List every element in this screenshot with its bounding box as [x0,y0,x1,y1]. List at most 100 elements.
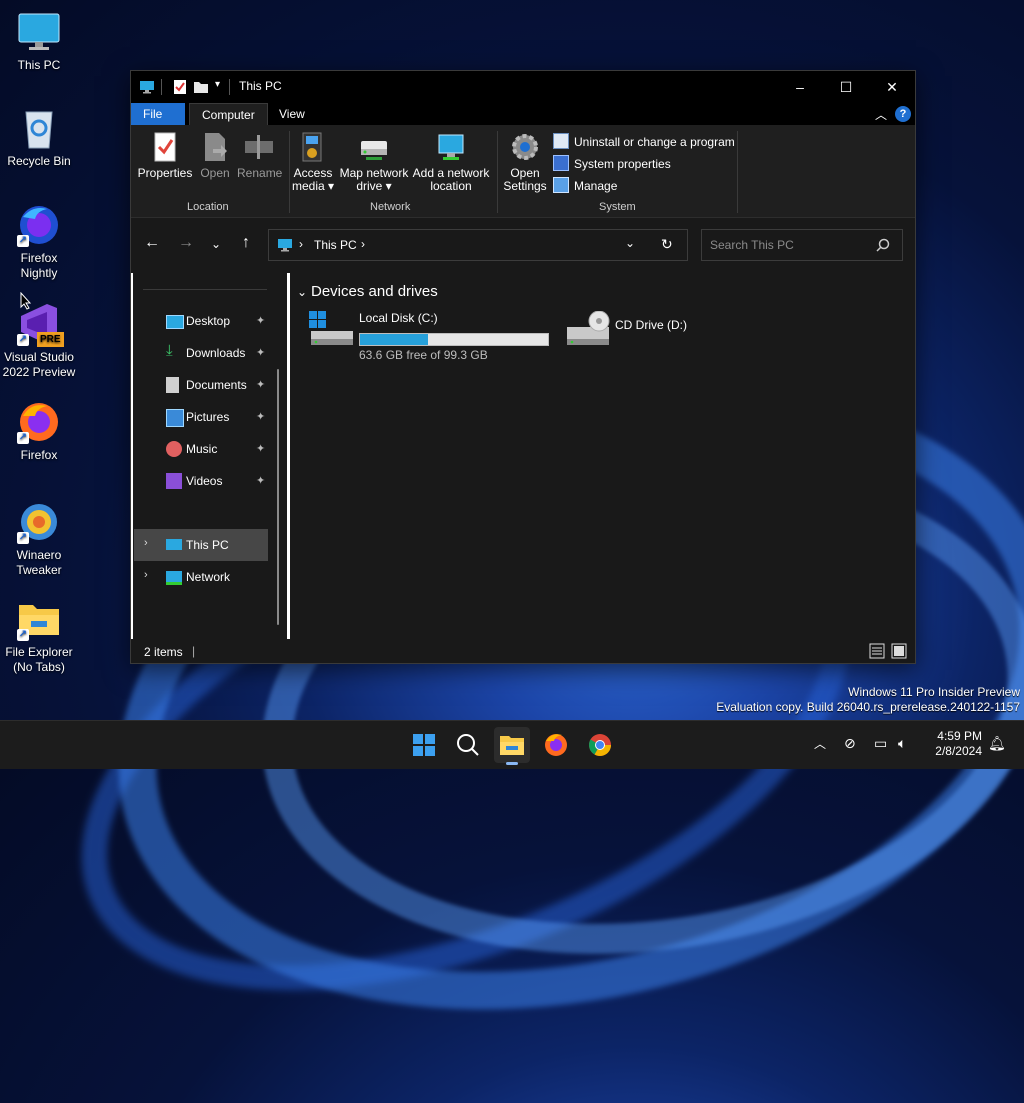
desktop-icon-firefox-nightly[interactable]: ↗ Firefox Nightly [0,203,78,281]
this-pc-icon [140,81,154,94]
map-network-drive-icon [361,141,387,160]
volume-icon[interactable]: 🔈︎ [898,735,906,752]
uninstall-icon [553,133,569,149]
tab-file[interactable]: File [131,103,185,125]
add-network-location-button[interactable]: Add a network location [412,131,490,193]
expand-chevron-icon[interactable]: › [144,537,148,549]
pin-icon[interactable]: ✦ [256,346,265,359]
uninstall-program-button[interactable]: Uninstall or change a program [553,133,735,149]
network-group-label: Network [370,201,411,213]
recent-locations-button[interactable]: ⌄ [205,237,227,251]
sidebar-item-desktop[interactable]: Desktop ✦ [134,305,268,337]
desktop-icon-this-pc[interactable]: This PC [0,10,78,73]
desktop-icon-winaero-tweaker[interactable]: ↗ Winaero Tweaker [0,500,78,578]
pane-splitter[interactable] [287,273,290,639]
back-button[interactable]: ← [141,234,163,252]
windows-start-icon [413,734,435,756]
breadcrumb-separator-icon[interactable]: › [299,237,303,251]
drive-name: Local Disk (C:) [359,311,438,325]
clock-time: 4:59 PM [937,729,982,743]
collapse-group-chevron-icon[interactable]: ⌄ [297,285,307,299]
show-hidden-icons-button[interactable]: ︿ [814,735,826,752]
breadcrumb-this-pc[interactable]: This PC [314,238,357,252]
firefox-taskbar-button[interactable] [538,727,574,763]
up-button[interactable]: ↑ [235,234,257,252]
map-network-drive-button[interactable]: Map network drive ▾ [337,131,411,193]
sidebar-item-pictures[interactable]: Pictures ✦ [134,401,268,433]
properties-icon [154,132,176,162]
customize-quick-access-icon[interactable]: ▾ [215,79,220,90]
forward-button[interactable]: → [175,234,197,252]
sidebar-item-documents[interactable]: Documents ✦ [134,369,268,401]
shortcut-arrow-icon: ↗ [17,629,29,641]
desktop-icon-firefox[interactable]: ↗ Firefox [0,400,78,463]
shortcut-arrow-icon: ↗ [17,532,29,544]
start-button[interactable] [406,727,442,763]
new-folder-quick-icon[interactable] [193,79,209,95]
add-network-location-icon [438,134,464,160]
breadcrumb-separator-icon[interactable]: › [361,237,365,251]
pin-icon[interactable]: ✦ [256,314,265,327]
properties-button[interactable]: Properties [137,131,193,180]
sidebar-item-music[interactable]: Music ✦ [134,433,268,465]
collapse-ribbon-icon[interactable]: ︿ [875,106,887,123]
tab-view[interactable]: View [267,103,317,125]
refresh-icon[interactable]: ↻ [661,236,673,253]
pin-icon[interactable]: ✦ [256,410,265,423]
search-box[interactable] [701,229,903,261]
desktop-icon-label: This PC [17,58,61,72]
sidebar-item-videos[interactable]: Videos ✦ [134,465,268,497]
title-bar[interactable]: ▾ This PC – ☐ ✕ [131,71,915,103]
manage-button[interactable]: Manage [553,177,617,193]
close-button[interactable]: ✕ [869,71,915,103]
pin-icon[interactable]: ✦ [256,442,265,455]
tab-computer[interactable]: Computer [189,103,268,126]
desktop-icon-file-explorer[interactable]: ↗ File Explorer (No Tabs) [0,597,78,675]
desktop-icon-visual-studio[interactable]: PRE ↗ Visual Studio 2022 Preview [0,302,78,380]
drive-local-disk-c[interactable]: Local Disk (C:) 63.6 GB free of 99.3 GB [309,311,559,362]
help-icon[interactable]: ? [895,106,911,122]
desktop-icon-recycle-bin[interactable]: Recycle Bin [0,106,78,169]
pictures-icon [166,409,184,427]
search-input[interactable] [702,230,872,260]
search-taskbar-button[interactable] [450,727,486,763]
pin-icon[interactable]: ✦ [256,378,265,391]
expand-chevron-icon[interactable]: › [144,569,148,581]
details-view-icon[interactable] [869,643,885,659]
network-tray-icon[interactable]: ▭ [874,735,887,752]
open-button[interactable]: Open [197,131,233,180]
sidebar-item-this-pc[interactable]: › This PC [134,529,268,561]
address-bar[interactable]: › This PC › ⌄ ↻ [268,229,688,261]
rename-button[interactable]: Rename [237,131,282,180]
firefox-icon [545,734,567,756]
system-properties-button[interactable]: System properties [553,155,671,171]
local-disk-icon [309,311,353,345]
download-icon: ⤓ [166,342,173,359]
drive-cd-drive-d[interactable]: CD Drive (D:) [565,311,725,351]
sidebar-item-network[interactable]: › Network [134,561,268,593]
notifications-bell-icon[interactable]: 🔔︎ [988,735,1006,752]
desktop-icon-label: Firefox Nightly [20,251,58,280]
address-dropdown-icon[interactable]: ⌄ [625,236,635,250]
pin-icon[interactable]: ✦ [256,474,265,487]
chrome-taskbar-button[interactable] [582,727,618,763]
location-group-label: Location [187,201,229,213]
open-settings-button[interactable]: Open Settings [501,131,549,193]
clock[interactable]: 4:59 PM 2/8/2024 [922,729,982,759]
search-icon [457,734,479,756]
this-pc-icon [278,239,292,252]
divider [161,79,162,95]
search-icon[interactable] [876,238,890,252]
shortcut-arrow-icon: ↗ [17,235,29,247]
network-status-icon[interactable]: ⊘ [844,735,856,752]
maximize-button[interactable]: ☐ [823,71,869,103]
properties-quick-icon[interactable] [173,79,187,95]
access-media-button[interactable]: Access media ▾ [291,131,335,193]
sidebar-item-downloads[interactable]: ⤓ Downloads ✦ [134,337,268,369]
large-icons-view-icon[interactable] [891,643,907,659]
file-explorer-taskbar-button[interactable] [494,727,530,765]
nav-pane-scrollbar[interactable] [277,369,279,625]
music-icon [166,441,182,457]
minimize-button[interactable]: – [777,71,823,103]
sidebar-item-label: Documents [186,378,247,392]
